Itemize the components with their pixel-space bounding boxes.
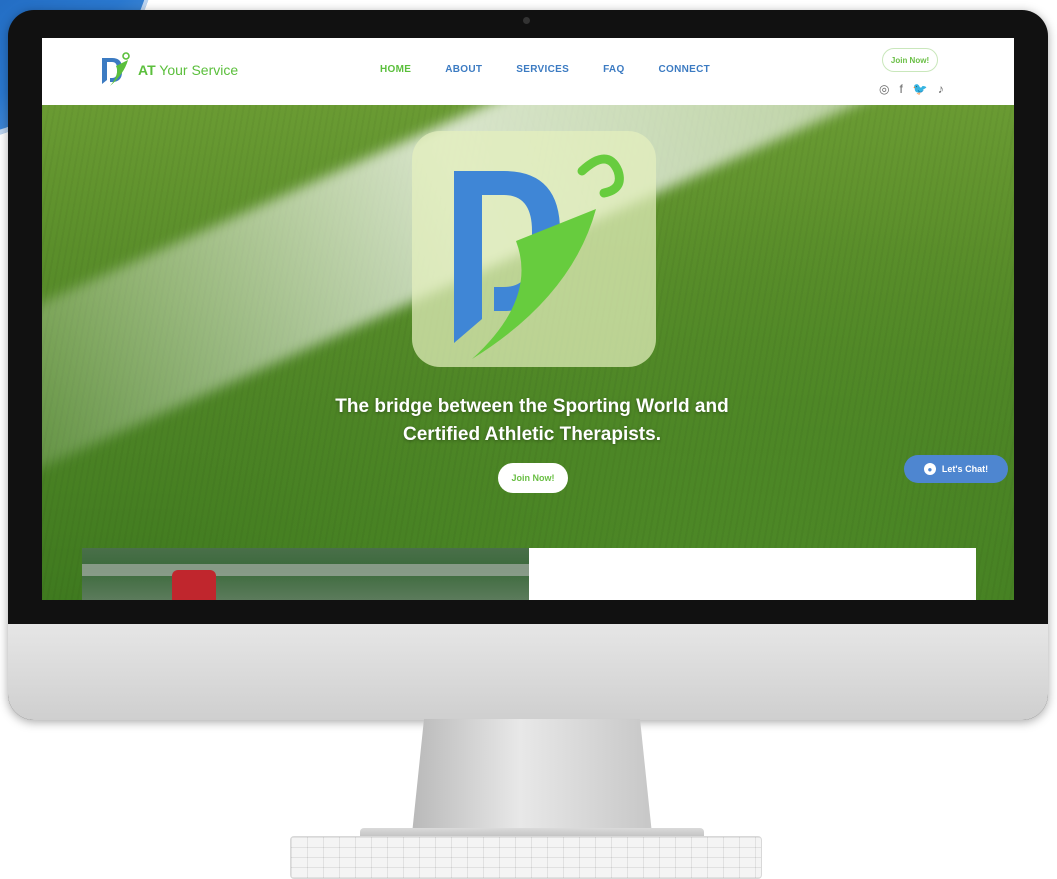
main-nav: HOME ABOUT SERVICES FAQ CONNECT [380, 64, 710, 75]
nav-about[interactable]: ABOUT [445, 64, 482, 75]
hero-logo [412, 131, 656, 367]
content-card [529, 548, 976, 600]
nav-connect[interactable]: CONNECT [659, 64, 711, 75]
screen: AT Your Service HOME ABOUT SERVICES FAQ … [42, 38, 1014, 600]
nav-home[interactable]: HOME [380, 64, 411, 75]
header-join-button[interactable]: Join Now! [882, 48, 938, 72]
camera [523, 17, 530, 24]
user-icon: ● [923, 463, 936, 475]
tiktok-icon[interactable]: ♪ [938, 82, 944, 96]
monitor: AT Your Service HOME ABOUT SERVICES FAQ … [8, 10, 1048, 720]
hero-headline-line2: Certified Athletic Therapists. [403, 424, 661, 445]
hero-headline-line1: The bridge between the Sporting World an… [335, 396, 729, 417]
brand-logo[interactable]: AT Your Service [98, 52, 238, 88]
monitor-chin [8, 624, 1048, 720]
hero-headline: The bridge between the Sporting World an… [242, 393, 822, 449]
facebook-icon[interactable]: f [899, 82, 902, 96]
monitor-stand [412, 719, 652, 834]
instagram-icon[interactable]: ◎ [879, 82, 889, 96]
logo-icon [102, 52, 130, 86]
photo-track [82, 564, 529, 576]
brand-name-prefix: AT [138, 62, 156, 78]
twitter-icon[interactable]: 🐦 [913, 82, 928, 96]
site-header: AT Your Service HOME ABOUT SERVICES FAQ … [42, 38, 1014, 105]
lets-chat-button[interactable]: ● Let's Chat! [904, 455, 1008, 483]
sports-photo [82, 548, 529, 600]
brand-name: AT Your Service [138, 62, 238, 78]
nav-faq[interactable]: FAQ [603, 64, 624, 75]
hero-section: The bridge between the Sporting World an… [42, 105, 1014, 600]
social-links: ◎ f 🐦 ♪ [879, 82, 944, 96]
brand-name-suffix: Your Service [155, 62, 239, 78]
chat-label: Let's Chat! [941, 464, 989, 474]
photo-red-object [172, 570, 216, 600]
keyboard [290, 836, 762, 879]
hero-join-button[interactable]: Join Now! [498, 463, 568, 493]
nav-services[interactable]: SERVICES [516, 64, 569, 75]
hero-logo-icon [454, 154, 624, 359]
